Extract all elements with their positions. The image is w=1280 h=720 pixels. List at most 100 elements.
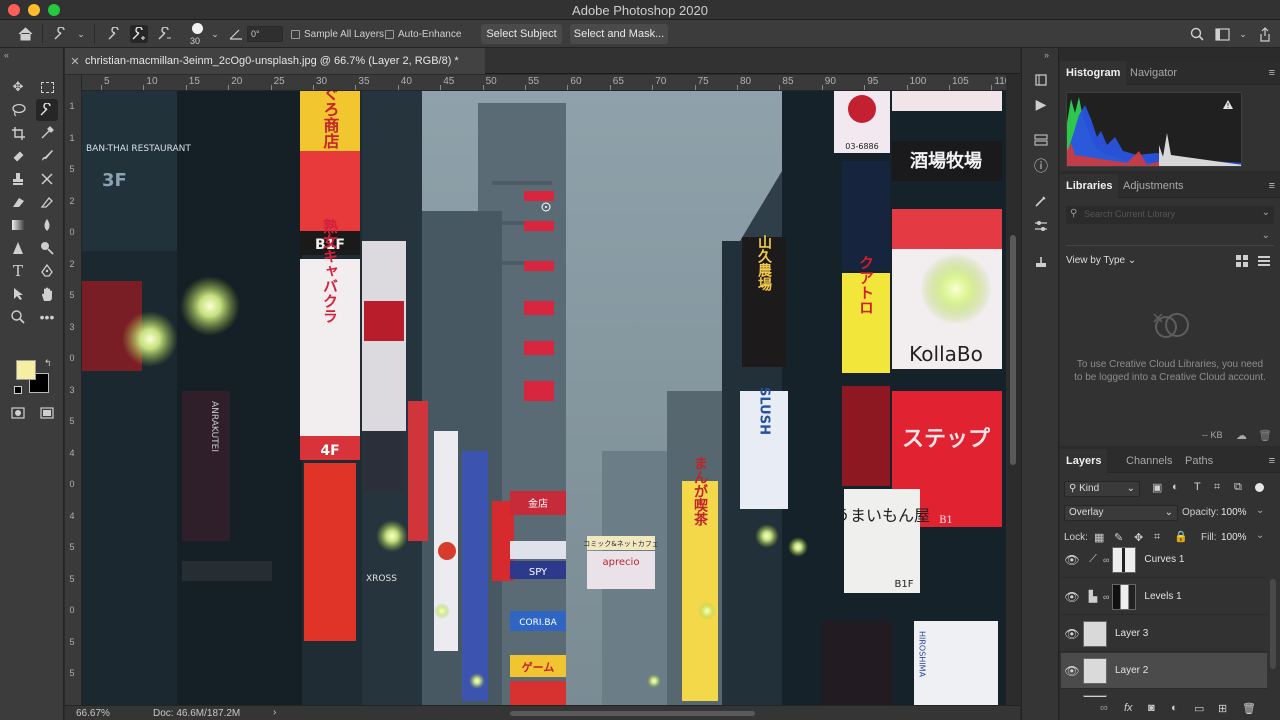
- layer-row-layer-3[interactable]: 👁 Layer 3: [1061, 616, 1267, 652]
- properties-panel-icon[interactable]: [1031, 130, 1051, 150]
- close-tab-icon[interactable]: ✕: [65, 55, 85, 68]
- libraries-menu-icon[interactable]: ≡: [1269, 180, 1275, 192]
- layer-name[interactable]: Levels 1: [1144, 591, 1181, 602]
- actions-panel-icon[interactable]: ▶: [1031, 94, 1051, 114]
- opacity-value[interactable]: 100%: [1221, 507, 1247, 518]
- visibility-eye-icon[interactable]: 👁: [1061, 627, 1083, 641]
- new-selection-brush-icon[interactable]: [106, 25, 124, 43]
- gradient-tool-icon[interactable]: [36, 191, 58, 213]
- layer-row-partial[interactable]: [1061, 690, 1267, 697]
- layer-mask-thumbnail[interactable]: [1112, 546, 1137, 573]
- layer-name[interactable]: Layer 3: [1115, 628, 1148, 639]
- document-tab[interactable]: ✕ christian-macmillan-3einm_2cOg0-unspla…: [65, 48, 485, 74]
- tab-histogram[interactable]: Histogram: [1060, 61, 1127, 85]
- lasso-tool-icon[interactable]: [7, 99, 29, 121]
- marquee-tool-icon[interactable]: [36, 76, 58, 98]
- status-menu-chevron-icon[interactable]: ›: [273, 707, 276, 718]
- filter-toggle-icon[interactable]: [1255, 483, 1264, 492]
- screen-mode-icon[interactable]: [36, 402, 58, 424]
- tab-navigator[interactable]: Navigator: [1124, 61, 1183, 85]
- glyphs-panel-icon[interactable]: [1031, 252, 1051, 272]
- search-icon[interactable]: [1188, 25, 1206, 43]
- horizontal-ruler[interactable]: 5 10 15 20 25 30 35 40 45 50 55 60 65 70 75 80 85 90 95 100…: [82, 75, 1010, 91]
- library-selector-chevron-icon[interactable]: ⌄: [1262, 230, 1270, 241]
- crop-tool-icon[interactable]: [7, 122, 29, 144]
- blend-mode-dropdown[interactable]: Overlay ⌄: [1064, 505, 1178, 521]
- layer-thumbnail[interactable]: [1083, 620, 1107, 647]
- eraser-tool-icon[interactable]: [7, 191, 29, 213]
- filter-pixel-layer-icon[interactable]: ▣: [1152, 481, 1162, 494]
- zoom-level[interactable]: 66.67%: [76, 708, 110, 719]
- layer-row-levels[interactable]: 👁 ▙ ∞ Levels 1: [1061, 579, 1267, 615]
- layer-mask-thumbnail[interactable]: [1112, 583, 1137, 610]
- select-subject-button[interactable]: Select Subject: [481, 24, 562, 44]
- new-adjustment-layer-icon[interactable]: ◐: [1171, 702, 1178, 714]
- filter-adjustment-layer-icon[interactable]: ◐: [1172, 481, 1179, 493]
- brush-size-preview[interactable]: [190, 23, 204, 35]
- layers-scrollbar[interactable]: [1270, 579, 1276, 669]
- paths-panel-icon[interactable]: [1031, 216, 1051, 236]
- dodge-tool-icon[interactable]: [36, 237, 58, 259]
- share-icon[interactable]: [1256, 25, 1274, 43]
- sharpen-tool-icon[interactable]: [7, 237, 29, 259]
- paint-bucket-tool-icon[interactable]: [7, 214, 29, 236]
- auto-enhance-option[interactable]: Auto-Enhance: [385, 20, 461, 48]
- tool-preset-picker-icon[interactable]: [52, 25, 70, 43]
- layer-filter-kind[interactable]: ⚲ Kind ⌄: [1064, 481, 1140, 497]
- cache-warning-icon[interactable]: [1222, 99, 1234, 113]
- angle-field[interactable]: 0°: [247, 26, 283, 42]
- layer-row-curves[interactable]: 👁 ⟋ ∞ Curves 1: [1061, 542, 1267, 578]
- visibility-eye-icon[interactable]: 👁: [1061, 590, 1083, 604]
- swap-colors-icon[interactable]: ↰: [44, 358, 52, 369]
- layers-menu-icon[interactable]: ≡: [1269, 455, 1275, 467]
- blur-tool-icon[interactable]: [36, 214, 58, 236]
- tab-layers[interactable]: Layers: [1060, 449, 1108, 473]
- foreground-color-swatch[interactable]: [16, 360, 36, 380]
- view-by-type-dropdown[interactable]: View by Type ⌄: [1066, 255, 1136, 266]
- default-colors-icon[interactable]: [14, 386, 22, 394]
- fill-chevron-icon[interactable]: ⌄: [1256, 530, 1264, 541]
- filter-smart-object-icon[interactable]: ⧉: [1234, 481, 1242, 494]
- image-canvas[interactable]: まぐろ商店 B1F 熟女キャバクラ 4F 金店 SPY CORI.BA ゲーム …: [82, 91, 1006, 705]
- library-search-chevron-icon[interactable]: ⌄: [1262, 207, 1270, 218]
- clone-stamp-tool-icon[interactable]: [7, 168, 29, 190]
- layer-thumbnail[interactable]: [1083, 657, 1107, 684]
- library-search-field[interactable]: ⚲ Search Current Library ⌄: [1066, 206, 1274, 224]
- library-delete-icon[interactable]: 🗑: [1258, 429, 1272, 442]
- layer-row-layer-2[interactable]: 👁 Layer 2: [1061, 653, 1267, 689]
- auto-enhance-checkbox[interactable]: [385, 29, 394, 39]
- list-view-icon[interactable]: [1258, 255, 1270, 270]
- new-group-icon[interactable]: ▭: [1194, 702, 1204, 715]
- workspace-chevron-icon[interactable]: ⌄: [1234, 25, 1252, 43]
- vertical-scroll-thumb[interactable]: [1010, 235, 1016, 465]
- move-tool-icon[interactable]: ✥: [7, 76, 29, 98]
- brush-options-chevron-icon[interactable]: ⌄: [206, 25, 224, 43]
- select-and-mask-button[interactable]: Select and Mask...: [570, 24, 668, 44]
- path-selection-tool-icon[interactable]: [7, 283, 29, 305]
- history-panel-icon[interactable]: [1031, 70, 1051, 90]
- tab-libraries[interactable]: Libraries: [1060, 174, 1119, 198]
- subtract-from-selection-brush-icon[interactable]: [156, 25, 174, 43]
- layer-thumbnail[interactable]: [1083, 694, 1107, 697]
- sample-all-layers-option[interactable]: Sample All Layers: [291, 20, 384, 48]
- tab-channels[interactable]: Channels: [1120, 449, 1178, 473]
- zoom-tool-icon[interactable]: [7, 306, 29, 328]
- grid-view-icon[interactable]: [1236, 255, 1248, 270]
- type-tool-icon[interactable]: T: [7, 260, 29, 282]
- more-tools-icon[interactable]: •••: [36, 306, 58, 328]
- filter-shape-layer-icon[interactable]: ⌗: [1214, 481, 1220, 494]
- eyedropper-tool-icon[interactable]: [36, 122, 58, 144]
- home-icon[interactable]: [16, 25, 34, 43]
- collapse-toolbar-icon[interactable]: «: [4, 50, 9, 60]
- layer-name[interactable]: Layer 2: [1115, 665, 1148, 676]
- quick-mask-icon[interactable]: [7, 402, 29, 424]
- delete-layer-icon[interactable]: 🗑: [1242, 702, 1256, 715]
- hand-tool-icon[interactable]: [36, 283, 58, 305]
- new-layer-icon[interactable]: ⊞: [1218, 702, 1227, 715]
- layer-name[interactable]: Curves 1: [1144, 554, 1184, 565]
- vertical-ruler[interactable]: 1 1 5 2 0 2 5 3 0 3 5 4 0 4 5 5 0 5 5: [65, 75, 82, 705]
- brush-tool-icon[interactable]: [36, 145, 58, 167]
- healing-brush-tool-icon[interactable]: [7, 145, 29, 167]
- vertical-scrollbar[interactable]: [1006, 75, 1020, 705]
- cloud-sync-icon[interactable]: ☁: [1236, 429, 1247, 442]
